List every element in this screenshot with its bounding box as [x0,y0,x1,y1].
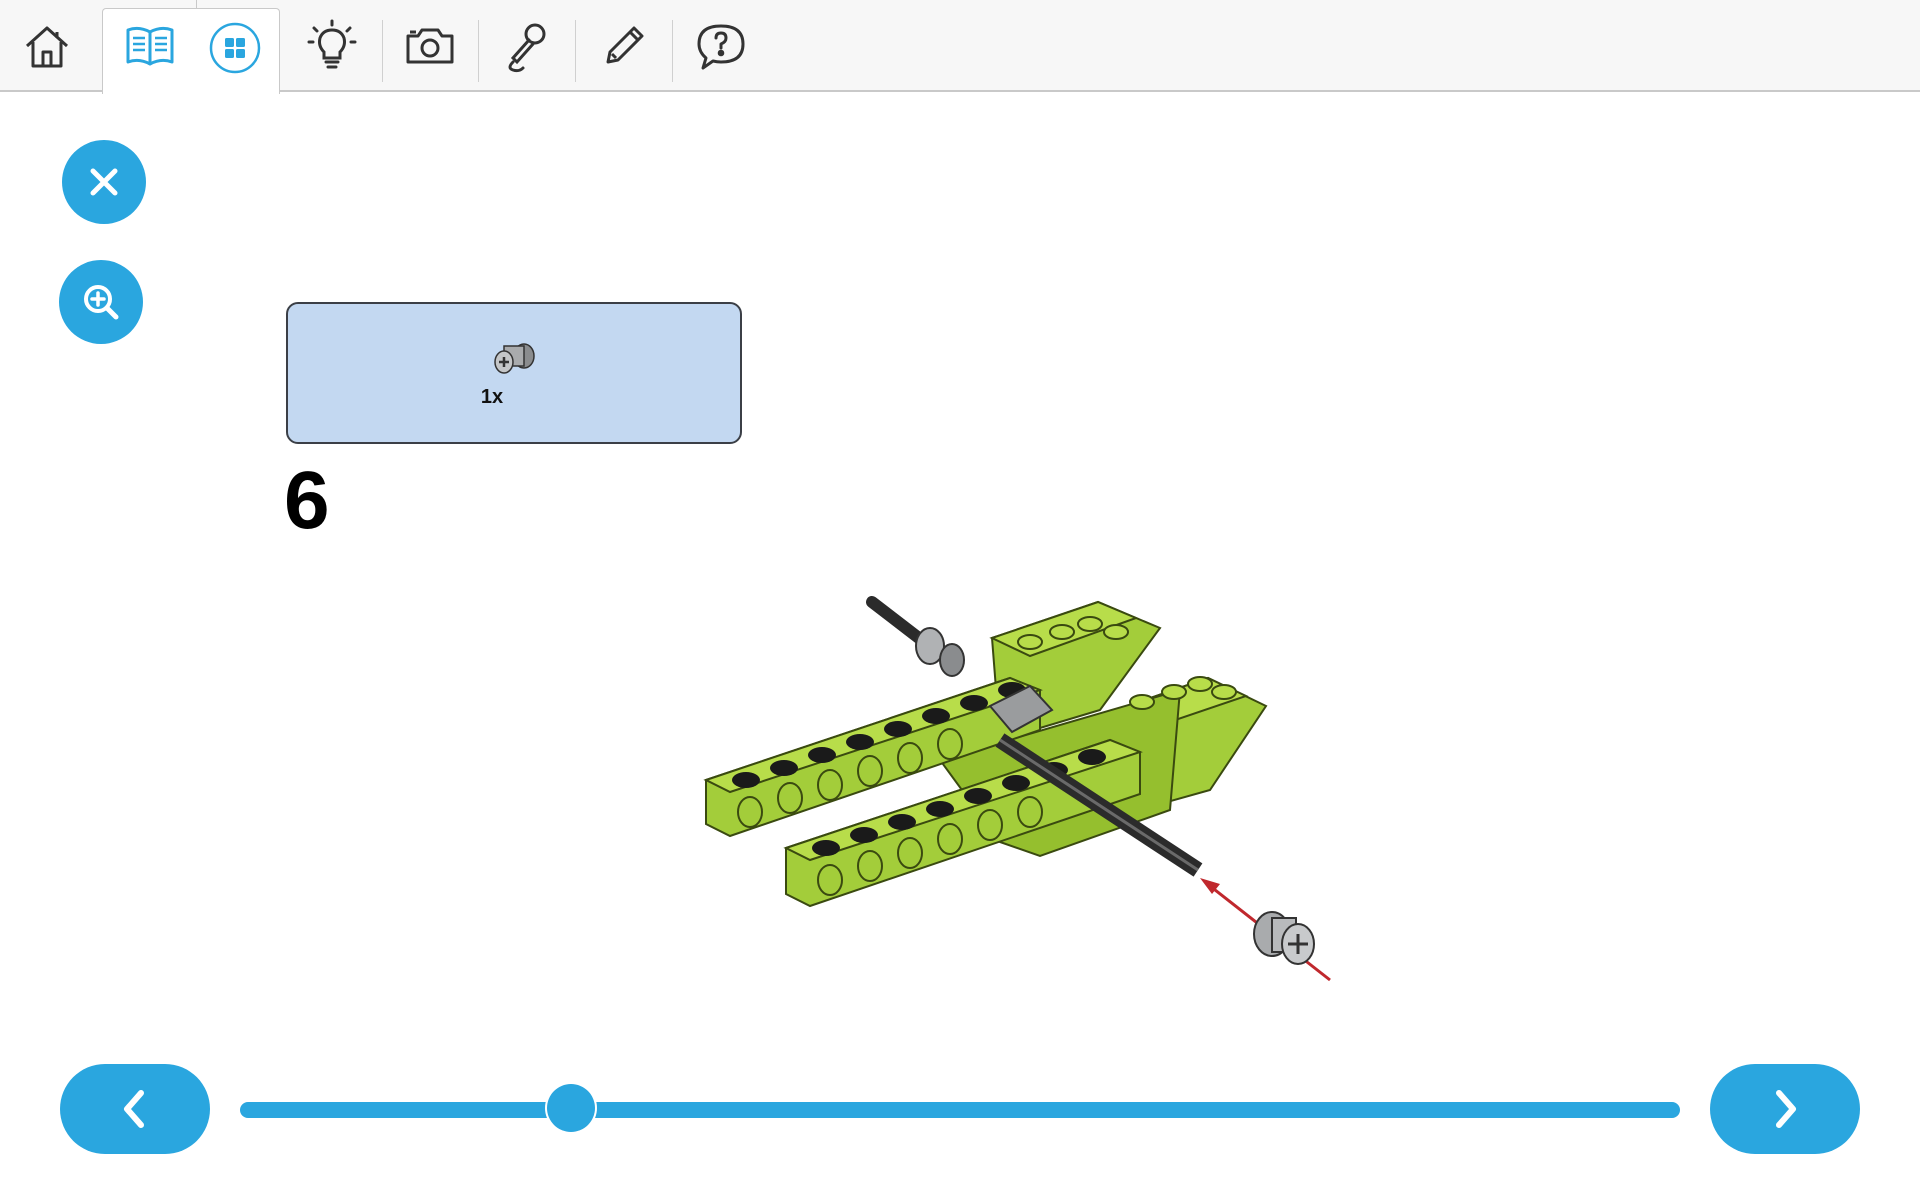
camera-icon [406,28,454,64]
record-audio-button[interactable] [482,10,572,82]
toolbar-divider [575,20,576,82]
lightbulb-icon [307,19,357,69]
grid-view-button[interactable] [190,10,280,82]
bushing-part-icon [494,343,535,374]
toolbar-divider [672,20,673,82]
home-icon [25,26,69,68]
top-toolbar [0,0,1920,94]
tab-instructions[interactable] [105,10,195,82]
parts-list-box: 1x [286,302,742,444]
step-progress-thumb[interactable] [547,1084,596,1132]
pencil-icon [606,26,644,64]
part-quantity: 1x [480,386,504,408]
grid-icon [209,22,261,74]
close-button[interactable] [62,140,146,224]
help-icon [697,24,745,70]
zoom-button[interactable] [59,260,143,344]
chevron-right-icon [1776,1090,1796,1128]
document-button[interactable] [579,10,669,82]
model-illustration [703,596,1331,982]
ideas-button[interactable] [287,10,377,82]
toolbar-divider [382,20,383,82]
step-number: 6 [284,455,330,546]
help-button[interactable] [676,10,766,82]
toolbar-divider [478,20,479,82]
step-progress-track[interactable] [240,1102,1680,1118]
home-button[interactable] [2,10,92,82]
book-icon [126,26,174,66]
microphone-icon [508,23,546,73]
close-icon [90,168,118,196]
zoom-in-icon [84,285,119,320]
next-step-button[interactable] [1710,1064,1860,1154]
camera-button[interactable] [385,10,475,82]
chevron-left-icon [124,1090,144,1128]
previous-step-button[interactable] [60,1064,210,1154]
